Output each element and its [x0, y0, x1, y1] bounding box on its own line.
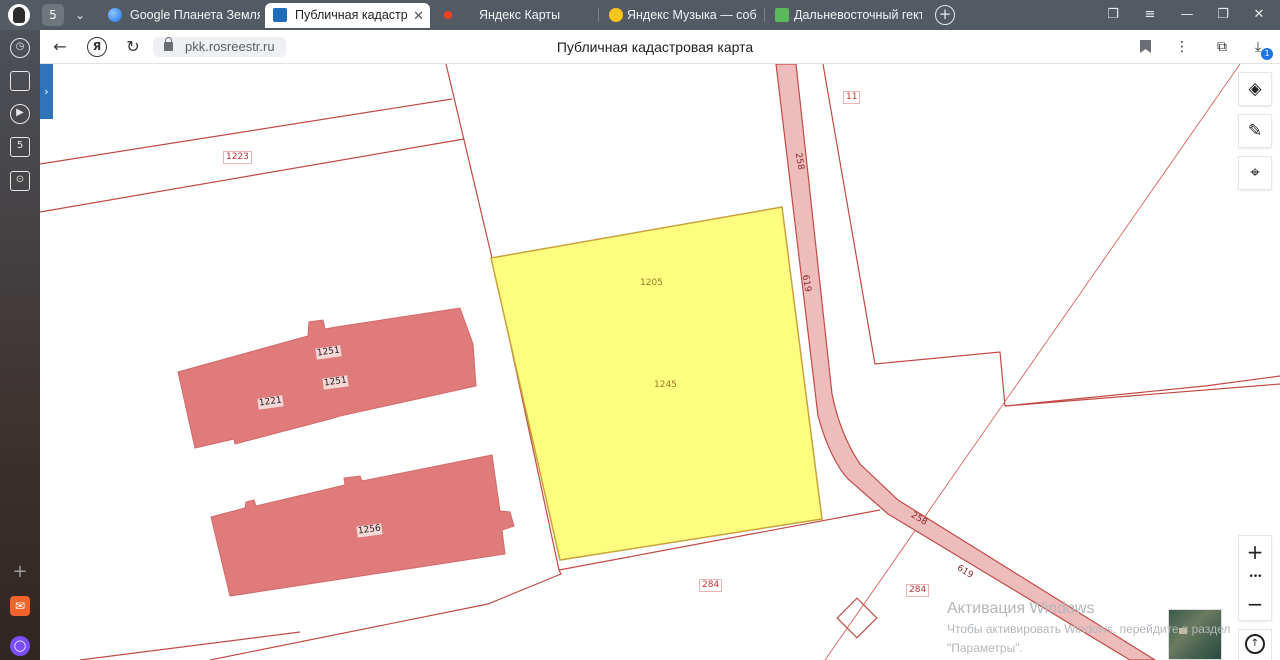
sun-icon	[609, 8, 623, 22]
cadastral-map[interactable]: 11 1223 258 619 1205 1245 1251 1251 1221…	[40, 64, 1280, 660]
restore-icon[interactable]: ❐	[1209, 4, 1237, 26]
bookmark-icon[interactable]	[1140, 40, 1151, 53]
tab-divider	[598, 8, 599, 22]
diagonal-boundary	[824, 64, 1241, 660]
collections-icon[interactable]: ❐	[1099, 4, 1127, 26]
tab-yandex-music[interactable]: Яндекс Музыка — собираем музыку	[601, 3, 757, 28]
menu-icon[interactable]: ≡	[1136, 4, 1164, 26]
browser-tab-strip: 5 ⌄ Google Планета Земля Публичная кадас…	[0, 0, 1280, 30]
tab-label: Яндекс Музыка — собираем музыку	[627, 8, 757, 22]
tab-far-east-hectare[interactable]: Дальневосточный гектар	[767, 3, 922, 28]
globe-icon	[108, 8, 122, 22]
yandex-logo-icon[interactable]: Я	[87, 37, 107, 57]
ruler-icon[interactable]: ✎	[1239, 115, 1271, 147]
close-window-icon[interactable]: ✕	[1245, 4, 1273, 26]
small-parcel-square	[836, 597, 878, 639]
dv-icon	[775, 8, 789, 22]
more-options-icon[interactable]: ⋮	[1170, 36, 1194, 58]
parcel-label-1205: 1205	[640, 278, 663, 288]
location-icon[interactable]: ⌖	[1239, 157, 1271, 189]
back-arrow-icon[interactable]: ←	[48, 36, 72, 58]
collections-sidebar-icon[interactable]	[10, 71, 30, 91]
minimize-icon[interactable]: —	[1173, 4, 1201, 26]
mail-icon[interactable]: ✉	[10, 596, 30, 616]
browser-sidebar: ◷ ▶ 5 ⊙ + ✉ ◯	[0, 30, 40, 660]
profile-avatar-icon[interactable]	[8, 4, 30, 26]
zoom-control: + ••• −	[1239, 536, 1271, 620]
downloads-badge: 1	[1261, 48, 1273, 60]
tab-cadastral-map[interactable]: Публичная кадастровая карта ✕	[265, 3, 430, 28]
reload-icon[interactable]: ↻	[121, 36, 145, 58]
address-bar[interactable]: pkk.rosreestr.ru	[153, 37, 286, 57]
parcel-label-284-b: 284	[906, 584, 930, 597]
layers-icon[interactable]: ◈	[1239, 73, 1271, 105]
lock-icon	[164, 37, 173, 51]
tab-label: Яндекс Карты	[479, 8, 561, 22]
tab-label: Публичная кадастровая карта	[295, 8, 407, 22]
tab-yandex-maps[interactable]: Яндекс Карты	[436, 3, 594, 28]
parcel-label-1223: 1223	[223, 151, 252, 164]
browser-toolbar: ← Я ↻ pkk.rosreestr.ru Публичная кадастр…	[40, 30, 1280, 64]
tab-label: Дальневосточный гектар	[794, 8, 922, 22]
extensions-icon[interactable]: ⧉	[1210, 36, 1234, 58]
pin-icon	[444, 11, 452, 19]
page-title: Публичная кадастровая карта	[556, 39, 754, 55]
history-icon[interactable]: ◷	[10, 38, 30, 58]
zoom-in-button[interactable]: +	[1239, 538, 1271, 566]
compass-button[interactable]: ↑	[1239, 630, 1271, 660]
tab-google-earth[interactable]: Google Планета Земля	[100, 3, 260, 28]
url-domain: pkk.rosreestr.ru	[185, 39, 275, 54]
compass-icon: ↑	[1245, 634, 1265, 654]
tab-counter[interactable]: 5	[42, 4, 64, 26]
tab-label: Google Планета Земля	[130, 8, 260, 22]
close-tab-icon[interactable]: ✕	[413, 3, 424, 28]
rosreestr-icon	[273, 8, 287, 22]
alice-icon[interactable]: ◯	[10, 636, 30, 656]
zoom-out-button[interactable]: −	[1239, 590, 1271, 618]
satellite-basemap-thumbnail[interactable]	[1168, 609, 1222, 660]
new-tab-button[interactable]: +	[935, 5, 955, 25]
play-icon[interactable]: ▶	[10, 104, 30, 124]
parcel-label-284-a: 284	[699, 579, 723, 592]
camera-icon[interactable]: ⊙	[10, 171, 30, 191]
parcel-label-11: 11	[843, 91, 861, 104]
tab-counter-sidebar-icon[interactable]: 5	[10, 137, 30, 157]
parcel-label-1245: 1245	[654, 380, 677, 390]
zoom-more-button[interactable]: •••	[1239, 566, 1271, 588]
tab-list-chevron-icon[interactable]: ⌄	[68, 4, 92, 26]
side-panel-toggle-chevron-icon[interactable]: ›	[40, 64, 53, 119]
tab-divider	[764, 8, 765, 22]
add-panel-icon[interactable]: +	[10, 562, 30, 582]
